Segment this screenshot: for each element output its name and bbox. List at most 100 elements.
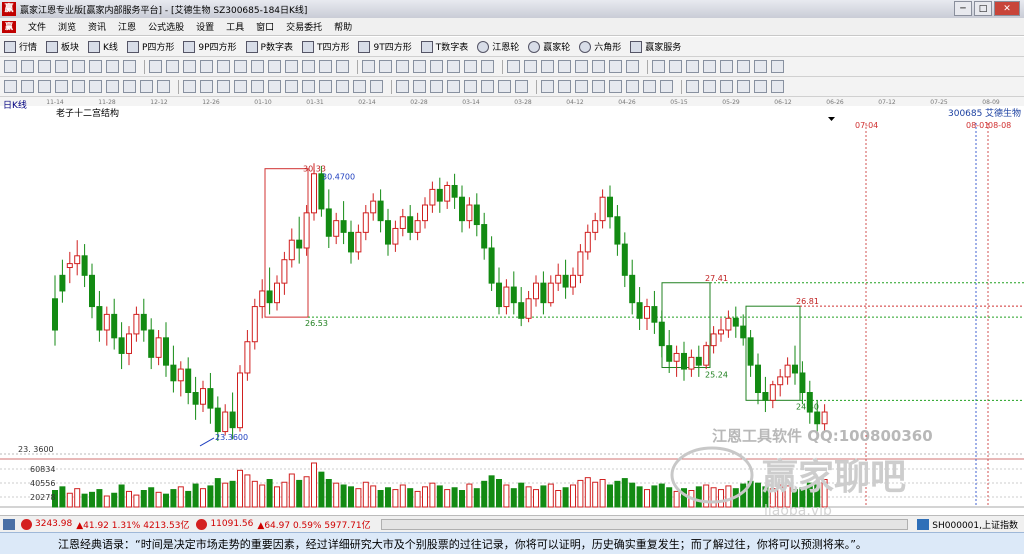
line-tool-button-35[interactable] [609,80,622,93]
line-tool-button-6[interactable] [89,80,102,93]
drawing-tool-button-22[interactable] [379,60,392,73]
close-button[interactable]: ✕ [994,1,1020,16]
line-tool-button-13[interactable] [217,80,230,93]
drawing-tool-button-33[interactable] [575,60,588,73]
line-tool-button-23[interactable] [396,80,409,93]
drawing-tool-button-15[interactable] [251,60,264,73]
line-tool-button-8[interactable] [123,80,136,93]
line-tool-button-42[interactable] [737,80,750,93]
layout-icon[interactable] [3,518,15,530]
drawing-tool-button-14[interactable] [234,60,247,73]
drawing-tool-button-40[interactable] [703,60,716,73]
line-tool-button-44[interactable] [771,80,784,93]
toolbar-sector-button[interactable]: 板块 [46,40,79,53]
drawing-tool-button-44[interactable] [771,60,784,73]
drawing-tool-button-38[interactable] [669,60,682,73]
drawing-tool-button-5[interactable] [72,60,85,73]
line-tool-button-43[interactable] [754,80,767,93]
drawing-tool-button-26[interactable] [447,60,460,73]
line-tool-button-17[interactable] [285,80,298,93]
drawing-tool-button-37[interactable] [652,60,665,73]
toolbar-t-number-button[interactable]: T数字表 [420,40,468,53]
line-tool-button-32[interactable] [558,80,571,93]
line-tool-button-41[interactable] [720,80,733,93]
menu-gann[interactable]: 江恩 [112,20,142,33]
line-tool-button-21[interactable] [353,80,366,93]
line-tool-button-9[interactable] [140,80,153,93]
toolbar-winner-wheel-button[interactable]: 赢家轮 [528,40,570,53]
menu-trade[interactable]: 交易委托 [280,20,328,33]
maximize-button[interactable]: □ [974,1,992,16]
line-tool-button-36[interactable] [626,80,639,93]
drawing-tool-button-32[interactable] [558,60,571,73]
drawing-tool-button-43[interactable] [754,60,767,73]
drawing-tool-button-8[interactable] [123,60,136,73]
drawing-tool-button-35[interactable] [609,60,622,73]
menu-settings[interactable]: 设置 [190,20,220,33]
line-tool-button-27[interactable] [464,80,477,93]
line-tool-button-1[interactable] [4,80,17,93]
line-tool-button-5[interactable] [72,80,85,93]
drawing-tool-button-10[interactable] [166,60,179,73]
line-tool-button-34[interactable] [592,80,605,93]
line-tool-button-40[interactable] [703,80,716,93]
menu-tools[interactable]: 工具 [220,20,250,33]
drawing-tool-button-13[interactable] [217,60,230,73]
toolbar-p-square-button[interactable]: P四方形 [126,40,174,53]
drawing-tool-button-20[interactable] [336,60,349,73]
toolbar-gann-wheel-button[interactable]: 江恩轮 [477,40,519,53]
line-tool-button-26[interactable] [447,80,460,93]
line-tool-button-11[interactable] [183,80,196,93]
toolbar-quotes-button[interactable]: 行情 [4,40,37,53]
menu-window[interactable]: 窗口 [250,20,280,33]
drawing-tool-button-42[interactable] [737,60,750,73]
line-tool-button-39[interactable] [686,80,699,93]
line-tool-button-18[interactable] [302,80,315,93]
toolbar-service-button[interactable]: 赢家服务 [630,40,681,53]
drawing-tool-button-19[interactable] [319,60,332,73]
line-tool-button-16[interactable] [268,80,281,93]
drawing-tool-button-4[interactable] [55,60,68,73]
drawing-tool-button-27[interactable] [464,60,477,73]
kline-chart[interactable]: 11-14 11-28 12-12 12-26 01-10 01-31 02-14 02-28… [0,97,1024,519]
drawing-tool-button-1[interactable] [4,60,17,73]
drawing-tool-button-41[interactable] [720,60,733,73]
toolbar-9t-square-button[interactable]: 9T四方形 [358,40,412,53]
drawing-tool-button-11[interactable] [183,60,196,73]
drawing-tool-button-16[interactable] [268,60,281,73]
line-tool-button-4[interactable] [55,80,68,93]
kline-chart-area[interactable]: 11-14 11-28 12-12 12-26 01-10 01-31 02-14 02-28… [0,97,1024,519]
drawing-tool-button-12[interactable] [200,60,213,73]
line-tool-button-7[interactable] [106,80,119,93]
menu-file[interactable]: 文件 [22,20,52,33]
line-tool-button-19[interactable] [319,80,332,93]
menu-formula[interactable]: 公式选股 [142,20,190,33]
drawing-tool-button-29[interactable] [507,60,520,73]
line-tool-button-38[interactable] [660,80,673,93]
line-tool-button-28[interactable] [481,80,494,93]
line-tool-button-25[interactable] [430,80,443,93]
drawing-tool-button-23[interactable] [396,60,409,73]
drawing-tool-button-17[interactable] [285,60,298,73]
line-tool-button-37[interactable] [643,80,656,93]
line-tool-button-29[interactable] [498,80,511,93]
toolbar-kline-button[interactable]: K线 [88,40,118,53]
menu-help[interactable]: 帮助 [328,20,358,33]
drawing-tool-button-7[interactable] [106,60,119,73]
menu-browse[interactable]: 浏览 [52,20,82,33]
drawing-tool-button-2[interactable] [21,60,34,73]
drawing-tool-button-34[interactable] [592,60,605,73]
line-tool-button-12[interactable] [200,80,213,93]
line-tool-button-2[interactable] [21,80,34,93]
drawing-tool-button-39[interactable] [686,60,699,73]
toolbar-p-number-button[interactable]: P数字表 [245,40,293,53]
line-tool-button-10[interactable] [157,80,170,93]
line-tool-button-22[interactable] [370,80,383,93]
drawing-tool-button-28[interactable] [481,60,494,73]
line-tool-button-20[interactable] [336,80,349,93]
indicator-dropdown-icon[interactable] [828,117,835,121]
drawing-tool-button-25[interactable] [430,60,443,73]
drawing-tool-button-31[interactable] [541,60,554,73]
line-tool-button-30[interactable] [515,80,528,93]
line-tool-button-14[interactable] [234,80,247,93]
